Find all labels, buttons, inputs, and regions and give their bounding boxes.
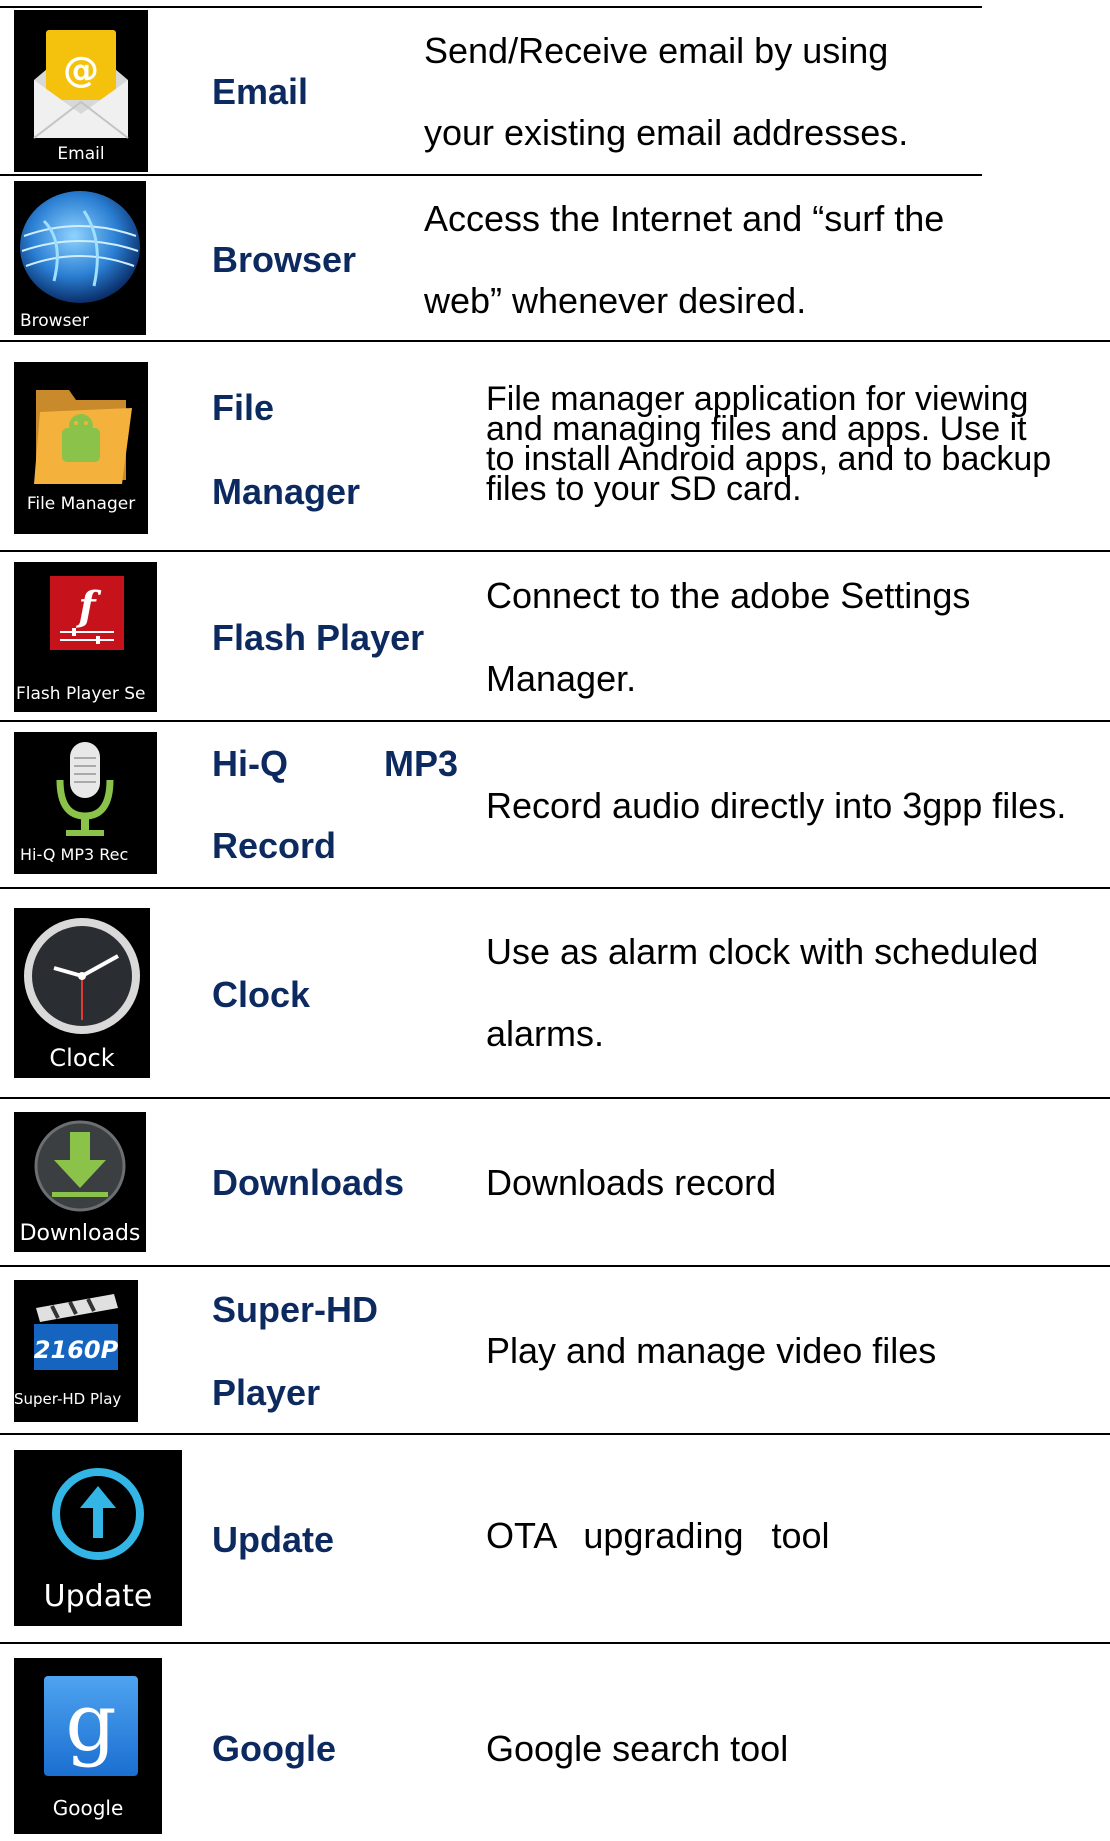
icon-caption: Flash Player Se [16,684,146,704]
divider [0,340,1110,342]
divider [0,887,1110,889]
app-description: Send/Receive email by using [424,30,889,71]
email-icon: @ Email [14,10,148,172]
app-name: Flash Player [212,617,425,658]
icon-caption: Update [43,1579,153,1614]
app-description: web” whenever desired. [424,280,807,321]
icon-caption: Email [57,144,105,164]
description-line: files to your SD card. [486,470,802,508]
divider [0,6,982,8]
app-name: Clock [212,974,311,1015]
clock-icon: Clock [14,908,150,1078]
app-description: OTA upgrading tool [486,1515,830,1556]
icon-caption: File Manager [26,494,136,514]
divider [0,1433,1110,1435]
app-description: Manager. [486,658,637,699]
app-name: Record [212,825,337,866]
app-description: Play and manage video files [486,1330,937,1371]
app-name: File [212,387,275,428]
browser-globe-icon: Browser [14,181,146,335]
flash-player-icon: f Flash Player Se [14,562,157,712]
microphone-icon: Hi-Q MP3 Rec [14,732,157,874]
divider [0,174,982,176]
app-name: Update [212,1519,335,1560]
resolution-badge: 2160P [34,1336,119,1364]
divider [0,550,1110,552]
app-name: Manager [212,471,361,512]
app-name: Super-HD [212,1289,379,1330]
file-manager-folder-icon: File Manager [14,362,148,534]
app-description: alarms. [486,1013,605,1054]
icon-caption: Super-HD Play [14,1390,122,1408]
app-description: File manager application for viewing and… [486,382,1106,508]
icon-caption: Hi-Q MP3 Rec [20,845,129,864]
divider [0,1097,1110,1099]
app-description: Use as alarm clock with scheduled [486,931,1039,972]
clapperboard-icon: 2160P Super-HD Play [14,1280,138,1422]
icon-caption: Google [52,1796,124,1820]
svg-text:g: g [65,1676,116,1769]
app-description: Record audio directly into 3gpp files. [486,785,1067,826]
divider [0,1642,1110,1644]
app-description: Access the Internet and “surf the [424,198,945,239]
app-name: Email [212,71,309,112]
app-name: Hi-Q [212,743,288,784]
app-name: Google [212,1728,336,1769]
divider [0,1265,1110,1267]
google-g-icon: g Google [14,1658,162,1834]
svg-text:@: @ [63,50,99,91]
app-name: MP3 [384,743,459,784]
update-arrow-icon: Update [14,1450,182,1626]
app-name: Downloads [212,1162,405,1203]
icon-caption: Browser [20,311,89,331]
app-description: Google search tool [486,1728,789,1769]
app-description: Connect to the adobe Settings [486,575,971,616]
download-arrow-icon: Downloads [14,1112,146,1252]
app-description: Downloads record [486,1162,777,1203]
icon-caption: Downloads [19,1221,141,1246]
app-name: Browser [212,239,357,280]
divider [0,720,1110,722]
app-description: your existing email addresses. [424,112,909,153]
app-name: Player [212,1372,321,1413]
icon-caption: Clock [49,1044,115,1072]
